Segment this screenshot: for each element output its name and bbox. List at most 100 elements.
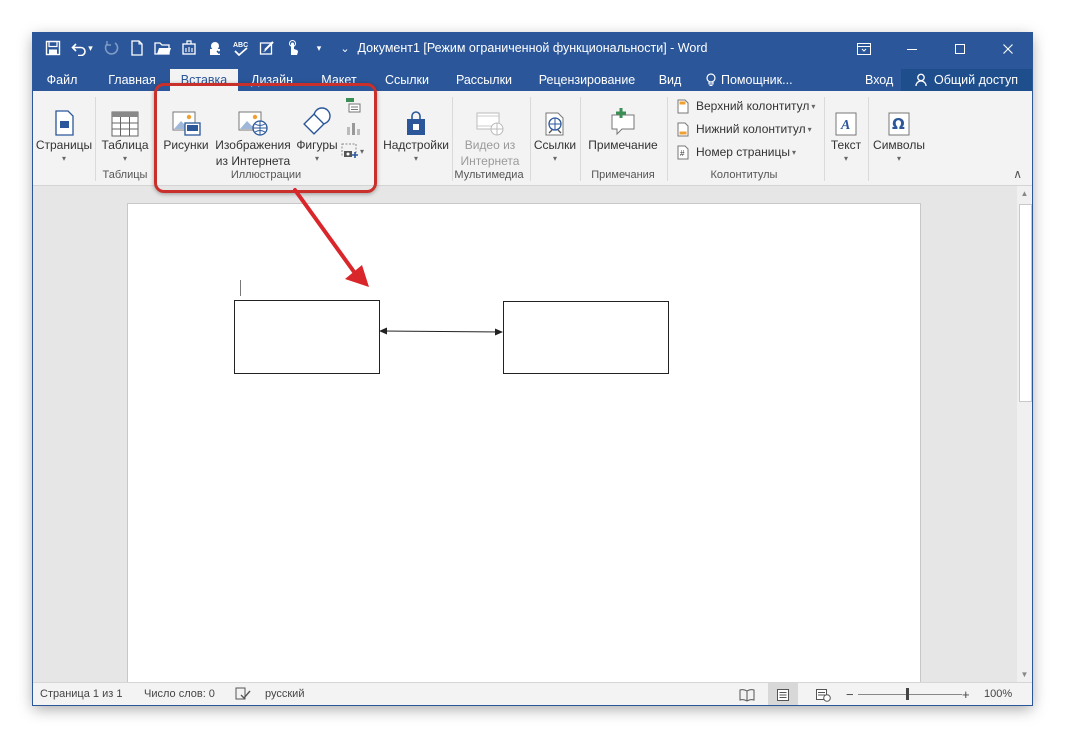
zoom-out-button[interactable]: − — [846, 683, 854, 705]
minimize-icon[interactable] — [888, 33, 936, 65]
scroll-up-icon[interactable]: ▲ — [1017, 186, 1032, 201]
tab-home[interactable]: Главная — [101, 69, 163, 91]
signin-link[interactable]: Вход — [865, 69, 893, 91]
symbols-dropdown-icon: ▾ — [896, 154, 901, 163]
online-video-label-line2: Интернета — [460, 154, 520, 168]
header-button[interactable]: Верхний колонтитул ▾ — [675, 95, 815, 117]
document-page[interactable] — [127, 203, 921, 695]
text-box-icon: A — [835, 112, 857, 136]
links-label: Ссылки — [533, 138, 577, 152]
double-arrow-connector[interactable] — [378, 325, 504, 339]
new-document-icon[interactable] — [125, 35, 149, 61]
table-button[interactable]: Таблица ▾ — [97, 97, 153, 165]
footer-icon — [675, 120, 691, 138]
text-button[interactable]: A Текст ▾ — [826, 97, 866, 165]
group-label-header-footer: Колонтитулы — [710, 169, 778, 181]
svg-text:Ω: Ω — [892, 115, 905, 133]
read-mode-icon[interactable] — [739, 683, 755, 705]
separator — [667, 97, 668, 181]
pages-button[interactable]: Страницы ▾ — [35, 97, 93, 165]
assistant-label: Помощник... — [721, 73, 793, 87]
new-comment-icon — [611, 108, 635, 136]
addins-dropdown-icon: ▾ — [413, 154, 418, 163]
rectangle-shape-left[interactable] — [234, 300, 380, 374]
text-dropdown-icon: ▾ — [843, 154, 848, 163]
share-button[interactable]: Общий доступ — [901, 69, 1032, 91]
comment-label: Примечание — [588, 138, 658, 152]
open-icon[interactable] — [151, 35, 175, 61]
table-dropdown-icon: ▾ — [122, 154, 127, 163]
word-window: ▾ ABC ▾ ⌄ Документ1 [Режим ограниченной … — [33, 33, 1032, 705]
share-label: Общий доступ — [934, 73, 1018, 87]
text-cursor — [240, 280, 241, 296]
separator — [95, 97, 96, 181]
separator — [868, 97, 869, 181]
zoom-in-button[interactable]: + — [962, 683, 970, 705]
tab-view[interactable]: Вид — [655, 69, 685, 91]
tab-file[interactable]: Файл — [39, 69, 85, 91]
links-dropdown-icon: ▾ — [552, 154, 557, 163]
rectangle-shape-right[interactable] — [503, 301, 669, 374]
comment-button[interactable]: Примечание — [582, 97, 664, 153]
language-indicator[interactable]: русский — [265, 683, 304, 705]
scroll-down-icon[interactable]: ▼ — [1017, 667, 1032, 682]
omega-icon: Ω — [888, 112, 910, 136]
links-icon — [545, 112, 564, 136]
touch-mode-icon[interactable] — [177, 35, 201, 61]
page-count[interactable]: Страница 1 из 1 — [40, 683, 122, 705]
touch-icon[interactable] — [281, 35, 305, 61]
page-number-dropdown-icon: ▾ — [791, 147, 796, 157]
document-area — [33, 186, 1017, 695]
undo-icon[interactable]: ▾ — [67, 35, 97, 61]
zoom-slider[interactable] — [858, 694, 962, 695]
close-icon[interactable] — [984, 33, 1032, 65]
save-icon[interactable] — [41, 35, 65, 61]
pages-dropdown-icon: ▾ — [61, 154, 66, 163]
page-number-label: Номер страницы — [696, 145, 790, 159]
ribbon-display-options-icon[interactable] — [840, 33, 888, 65]
lightbulb-icon — [706, 73, 716, 87]
scrollbar-thumb[interactable] — [1019, 204, 1032, 402]
page-number-icon: # — [675, 143, 691, 161]
links-button[interactable]: Ссылки ▾ — [532, 97, 578, 165]
tell-me-assistant[interactable]: Помощник... — [705, 69, 805, 91]
pages-label: Страницы — [35, 138, 93, 152]
group-label-comments: Примечания — [591, 169, 655, 181]
online-video-button: Видео из Интернета — [454, 97, 526, 169]
check-icon[interactable] — [203, 35, 227, 61]
spelling-icon[interactable]: ABC — [229, 35, 253, 61]
title-bar: ▾ ABC ▾ ⌄ Документ1 [Режим ограниченной … — [33, 33, 1032, 69]
addins-button[interactable]: Надстройки ▾ — [380, 97, 452, 165]
proofing-icon[interactable] — [235, 683, 251, 705]
status-bar: Страница 1 из 1 Число слов: 0 русский − … — [33, 682, 1032, 705]
word-count[interactable]: Число слов: 0 — [144, 683, 215, 705]
edit-icon[interactable] — [255, 35, 279, 61]
collapse-ribbon-icon[interactable]: ∧ — [1013, 167, 1022, 181]
zoom-slider-thumb[interactable] — [906, 688, 909, 700]
text-label: Текст — [830, 138, 862, 152]
customize-icon[interactable]: ⌄ — [333, 35, 357, 61]
print-layout-icon[interactable] — [768, 683, 798, 705]
undo-dropdown-icon[interactable]: ▾ — [88, 43, 93, 54]
store-icon — [407, 111, 425, 135]
web-layout-icon[interactable] — [815, 683, 831, 705]
tab-review[interactable]: Рецензирование — [533, 69, 641, 91]
vertical-scrollbar[interactable]: ▲ ▼ — [1017, 186, 1032, 682]
separator — [530, 97, 531, 181]
online-video-label-line1: Видео из — [464, 138, 516, 152]
table-label: Таблица — [101, 138, 149, 152]
zoom-level[interactable]: 100% — [984, 683, 1012, 705]
footer-button[interactable]: Нижний колонтитул ▾ — [675, 118, 812, 140]
page-number-button[interactable]: # Номер страницы ▾ — [675, 141, 796, 163]
more-commands-icon[interactable]: ▾ — [307, 35, 331, 61]
window-controls — [840, 33, 1032, 65]
group-label-media: Мультимедиа — [454, 169, 524, 181]
tab-references[interactable]: Ссылки — [379, 69, 435, 91]
illustrations-highlight-frame — [154, 83, 377, 193]
group-label-tables: Таблицы — [102, 169, 148, 181]
addins-label: Надстройки — [383, 138, 449, 152]
maximize-icon[interactable] — [936, 33, 984, 65]
svg-text:#: # — [680, 149, 685, 158]
symbols-button[interactable]: Ω Символы ▾ — [870, 97, 928, 165]
tab-mailings[interactable]: Рассылки — [450, 69, 518, 91]
